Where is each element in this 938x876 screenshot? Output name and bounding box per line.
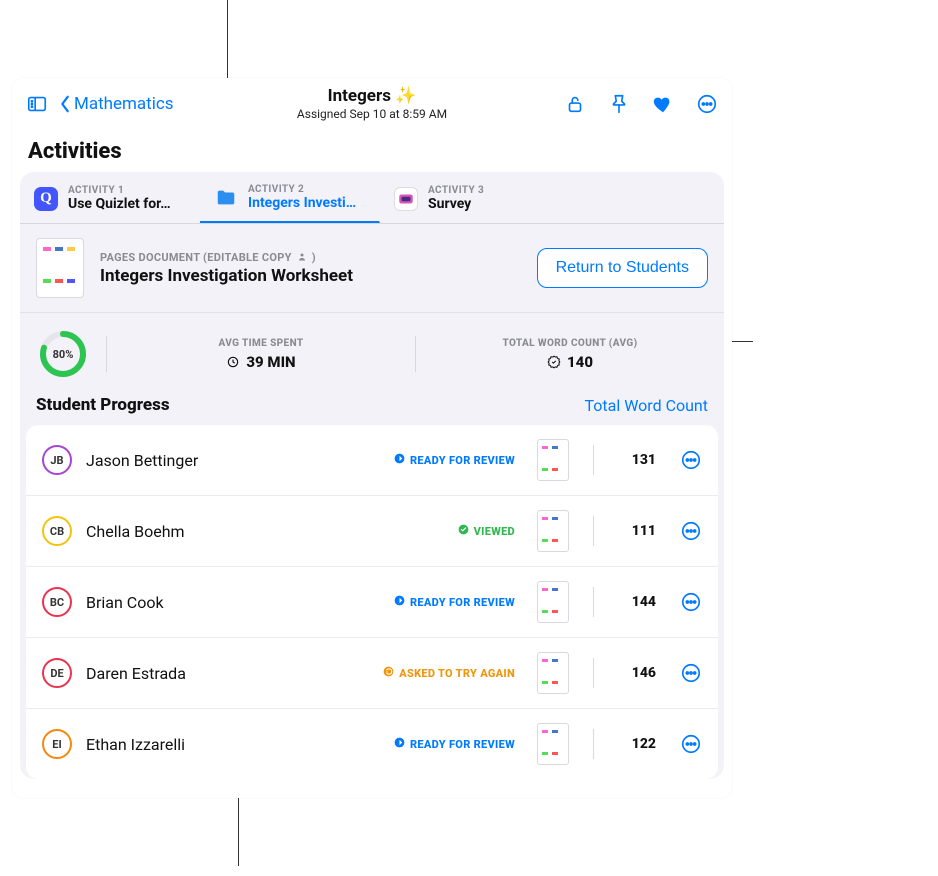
status-icon bbox=[382, 665, 395, 681]
student-word-count: 131 bbox=[618, 452, 656, 468]
student-status: VIEWED bbox=[457, 523, 515, 539]
document-row: PAGES DOCUMENT (EDITABLE COPY ) Integers… bbox=[20, 224, 724, 313]
student-word-count: 111 bbox=[618, 523, 656, 539]
survey-icon bbox=[394, 187, 418, 211]
divider bbox=[593, 729, 594, 759]
student-status: READY FOR REVIEW bbox=[393, 736, 515, 752]
divider bbox=[415, 336, 416, 372]
student-row[interactable]: BC Brian Cook READY FOR REVIEW 144 bbox=[26, 567, 718, 638]
student-avatar: DE bbox=[42, 658, 72, 688]
student-status: READY FOR REVIEW bbox=[393, 452, 515, 468]
badge-check-icon bbox=[547, 355, 561, 369]
metric-value: 140 bbox=[567, 353, 593, 371]
tab-activity-3[interactable]: ACTIVITY 3 Survey bbox=[380, 172, 560, 223]
page-subtitle: Assigned Sep 10 at 8:59 AM bbox=[245, 107, 499, 121]
folder-icon bbox=[214, 186, 238, 210]
sidebar-toggle-icon[interactable] bbox=[26, 93, 48, 115]
student-status: READY FOR REVIEW bbox=[393, 594, 515, 610]
student-row[interactable]: CB Chella Boehm VIEWED 111 bbox=[26, 496, 718, 567]
clock-icon bbox=[226, 355, 240, 369]
total-word-count-link[interactable]: Total Word Count bbox=[585, 396, 708, 415]
row-more-button[interactable] bbox=[680, 662, 702, 684]
more-icon[interactable] bbox=[696, 93, 718, 115]
person-icon bbox=[296, 251, 308, 263]
row-more-button[interactable] bbox=[680, 733, 702, 755]
tab-overline: ACTIVITY 3 bbox=[428, 185, 484, 196]
tab-label: Survey bbox=[428, 196, 484, 212]
submission-thumbnail[interactable] bbox=[537, 581, 569, 623]
tab-activity-1[interactable]: Q ACTIVITY 1 Use Quizlet for… bbox=[20, 172, 200, 223]
divider bbox=[593, 445, 594, 475]
return-to-students-button[interactable]: Return to Students bbox=[537, 248, 708, 288]
student-status: ASKED TO TRY AGAIN bbox=[382, 665, 515, 681]
back-button[interactable]: Mathematics bbox=[58, 94, 174, 114]
student-name: Daren Estrada bbox=[86, 664, 368, 683]
app-window: Mathematics Integers ✨ Assigned Sep 10 a… bbox=[12, 78, 732, 798]
status-icon bbox=[393, 594, 406, 610]
student-avatar: JB bbox=[42, 445, 72, 475]
divider bbox=[593, 587, 594, 617]
row-more-button[interactable] bbox=[680, 591, 702, 613]
student-word-count: 146 bbox=[618, 665, 656, 681]
student-name: Brian Cook bbox=[86, 593, 379, 612]
metrics-row: 80% AVG TIME SPENT 39 MIN TOTAL WORD COU… bbox=[20, 313, 724, 395]
submission-thumbnail[interactable] bbox=[537, 439, 569, 481]
student-name: Chella Boehm bbox=[86, 522, 443, 541]
tab-overline: ACTIVITY 1 bbox=[68, 185, 171, 196]
header: Mathematics Integers ✨ Assigned Sep 10 a… bbox=[12, 78, 732, 127]
document-overline: PAGES DOCUMENT (EDITABLE COPY ) bbox=[100, 251, 521, 264]
student-avatar: EI bbox=[42, 729, 72, 759]
activity-tabs: Q ACTIVITY 1 Use Quizlet for… ACTIVITY 2… bbox=[20, 172, 724, 224]
status-icon bbox=[457, 523, 470, 539]
page-title: Integers ✨ bbox=[245, 86, 499, 106]
lock-open-icon[interactable] bbox=[564, 93, 586, 115]
progress-ring: 80% bbox=[38, 329, 88, 379]
submission-thumbnail[interactable] bbox=[537, 510, 569, 552]
progress-ring-value: 80% bbox=[38, 329, 88, 379]
divider bbox=[106, 336, 107, 372]
metric-avg-time: AVG TIME SPENT 39 MIN bbox=[125, 338, 397, 371]
status-icon bbox=[393, 736, 406, 752]
student-row[interactable]: EI Ethan Izzarelli READY FOR REVIEW 122 bbox=[26, 709, 718, 779]
status-icon bbox=[393, 452, 406, 468]
row-more-button[interactable] bbox=[680, 520, 702, 542]
divider bbox=[593, 516, 594, 546]
tab-label: Integers Investi… bbox=[248, 195, 356, 211]
progress-title: Student Progress bbox=[36, 395, 170, 415]
tab-label: Use Quizlet for… bbox=[68, 196, 171, 212]
student-avatar: BC bbox=[42, 587, 72, 617]
student-word-count: 144 bbox=[618, 594, 656, 610]
metric-label: TOTAL WORD COUNT (AVG) bbox=[434, 338, 706, 349]
student-list: JB Jason Bettinger READY FOR REVIEW 131 CB Ch… bbox=[26, 425, 718, 779]
metric-word-count: TOTAL WORD COUNT (AVG) 140 bbox=[434, 338, 706, 371]
student-row[interactable]: DE Daren Estrada ASKED TO TRY AGAIN 146 bbox=[26, 638, 718, 709]
row-more-button[interactable] bbox=[680, 449, 702, 471]
back-label: Mathematics bbox=[74, 94, 174, 114]
activities-card: Q ACTIVITY 1 Use Quizlet for… ACTIVITY 2… bbox=[20, 172, 724, 779]
metric-value: 39 MIN bbox=[246, 353, 295, 371]
student-avatar: CB bbox=[42, 516, 72, 546]
divider bbox=[593, 658, 594, 688]
quizlet-icon: Q bbox=[34, 187, 58, 211]
favorite-heart-icon[interactable] bbox=[652, 93, 674, 115]
submission-thumbnail[interactable] bbox=[537, 723, 569, 765]
activities-heading: Activities bbox=[12, 127, 732, 172]
tab-overline: ACTIVITY 2 bbox=[248, 184, 356, 195]
tab-activity-2[interactable]: ACTIVITY 2 Integers Investi… bbox=[200, 172, 380, 223]
document-thumbnail[interactable] bbox=[36, 238, 84, 298]
progress-header: Student Progress Total Word Count bbox=[20, 395, 724, 425]
submission-thumbnail[interactable] bbox=[537, 652, 569, 694]
student-name: Ethan Izzarelli bbox=[86, 735, 379, 754]
pin-icon[interactable] bbox=[608, 93, 630, 115]
student-row[interactable]: JB Jason Bettinger READY FOR REVIEW 131 bbox=[26, 425, 718, 496]
metric-label: AVG TIME SPENT bbox=[125, 338, 397, 349]
student-name: Jason Bettinger bbox=[86, 451, 379, 470]
document-title: Integers Investigation Worksheet bbox=[100, 266, 521, 286]
student-word-count: 122 bbox=[618, 736, 656, 752]
